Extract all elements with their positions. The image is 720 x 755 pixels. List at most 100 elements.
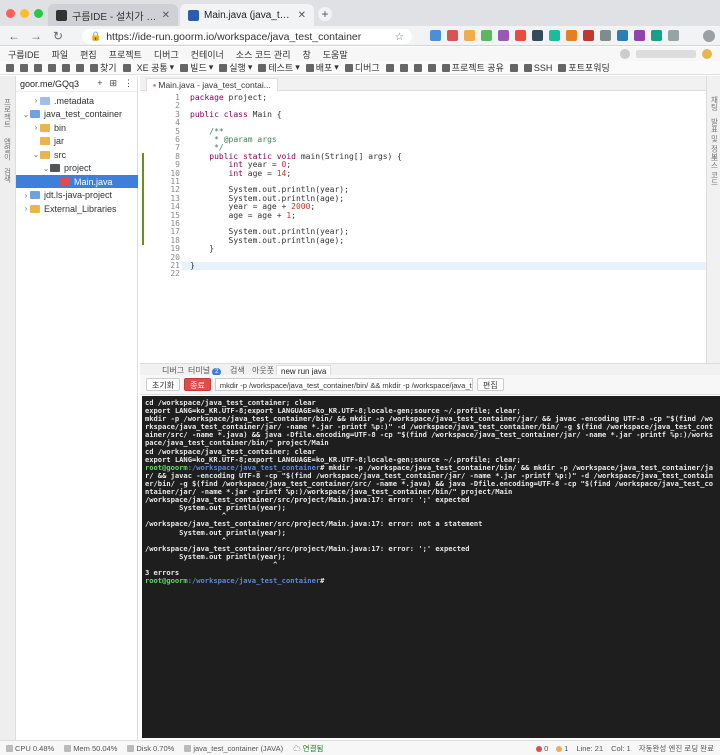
container-status[interactable]: java_test_container (JAVA): [184, 744, 283, 753]
chevron-icon[interactable]: ›: [22, 204, 30, 213]
extension-icon[interactable]: [566, 30, 577, 41]
menu-goorm[interactable]: 구름IDE: [8, 48, 40, 61]
tab-title: Main.java (java_test_container): [204, 9, 294, 21]
tree-icon[interactable]: ⊞: [109, 78, 117, 89]
tree-item[interactable]: Main.java: [16, 175, 138, 188]
chevron-icon[interactable]: ›: [32, 96, 40, 105]
chevron-icon[interactable]: ⌄: [22, 110, 30, 119]
extension-icon[interactable]: [651, 30, 662, 41]
menu-edit[interactable]: 편집: [80, 48, 97, 61]
deploy-button[interactable]: 배포 ▾: [305, 61, 339, 74]
close-tab-icon[interactable]: ✕: [298, 10, 306, 21]
menu-file[interactable]: 파일: [52, 48, 69, 61]
new-file-icon[interactable]: [6, 63, 14, 72]
text-icon[interactable]: [509, 63, 518, 72]
extension-icon[interactable]: [532, 30, 543, 41]
forward-icon[interactable]: →: [30, 29, 42, 43]
url-field[interactable]: 🔒 https://ide-run.goorm.io/workspace/jav…: [82, 29, 412, 44]
extension-icon[interactable]: [634, 30, 645, 41]
bookmark-star-icon[interactable]: ☆: [395, 31, 404, 43]
extension-icon[interactable]: [515, 30, 526, 41]
sidebar-tab-source[interactable]: 소스 코드: [709, 154, 720, 186]
extension-icon[interactable]: [549, 30, 560, 41]
sidebar-tab-search[interactable]: 검색: [2, 168, 13, 183]
extension-icon[interactable]: [430, 30, 441, 41]
menu-help[interactable]: 도움말: [323, 48, 348, 61]
add-icon[interactable]: +: [97, 78, 102, 89]
run-command-input[interactable]: mkdir -p /workspace/java_test_container/…: [214, 378, 473, 391]
close-window-icon[interactable]: [6, 9, 15, 18]
tree-item[interactable]: ⌄ project: [16, 162, 138, 175]
tree-item[interactable]: ⌄ java_test_container: [16, 108, 138, 121]
disk-value: Disk 0.70%: [136, 743, 175, 753]
xe-common-button[interactable]: XE 공통 ▾: [137, 61, 175, 74]
extension-icon[interactable]: [447, 30, 458, 41]
editor-tab-main-java[interactable]: ▪ Main.java - java_test_contai...: [146, 78, 278, 91]
test-button[interactable]: 테스트 ▾: [258, 61, 300, 74]
stop-button[interactable]: 종료: [184, 378, 211, 391]
new-tab-button[interactable]: +: [318, 7, 332, 21]
save-icon[interactable]: [34, 63, 42, 72]
chevron-icon[interactable]: ›: [32, 123, 40, 132]
extension-icon[interactable]: [583, 30, 594, 41]
tree-item[interactable]: › .metadata: [16, 94, 138, 107]
menu-scm[interactable]: 소스 코드 관리: [236, 48, 291, 61]
open-icon[interactable]: [20, 63, 28, 72]
menu-project[interactable]: 프로젝트: [109, 48, 142, 61]
chevron-icon[interactable]: ›: [22, 191, 30, 200]
chevron-icon[interactable]: ⌄: [32, 150, 40, 159]
tool-icon[interactable]: [122, 63, 131, 72]
reload-icon[interactable]: ↻: [52, 29, 64, 43]
extension-icon[interactable]: [617, 30, 628, 41]
tree-item[interactable]: › External_Libraries: [16, 202, 138, 215]
run-button[interactable]: 실행 ▾: [219, 61, 252, 74]
find-button[interactable]: 찾기: [90, 61, 117, 74]
tree-item[interactable]: › jdt.ls-java-project: [16, 189, 138, 202]
save-all-icon[interactable]: [48, 63, 56, 72]
undo-icon[interactable]: [62, 63, 70, 72]
tree-item[interactable]: › bin: [16, 121, 138, 134]
menu-container[interactable]: 컨테이너: [191, 48, 224, 61]
tree-item[interactable]: jar: [16, 135, 138, 148]
notification-icon[interactable]: [620, 49, 630, 59]
minimize-window-icon[interactable]: [20, 9, 29, 18]
maximize-window-icon[interactable]: [34, 9, 43, 18]
profile-avatar[interactable]: [703, 30, 715, 42]
error-count[interactable]: 0: [536, 744, 548, 753]
step-over-icon[interactable]: [399, 63, 408, 72]
sidebar-tab-chat[interactable]: 채팅: [709, 96, 720, 111]
sidebar-tab-outline[interactable]: 앱얼이: [2, 138, 13, 161]
step-out-icon[interactable]: [413, 63, 422, 72]
user-avatar[interactable]: [702, 49, 712, 59]
user-area: [620, 47, 712, 61]
back-icon[interactable]: ←: [8, 29, 20, 43]
edit-button[interactable]: 편집: [476, 378, 504, 391]
menu-window[interactable]: 창: [302, 48, 310, 61]
fullscreen-icon[interactable]: [427, 63, 436, 72]
ssh-button[interactable]: SSH: [523, 63, 552, 73]
terminal-output[interactable]: cd /workspace/java_test_container; clear…: [142, 396, 720, 738]
extension-icon[interactable]: [600, 30, 611, 41]
build-button[interactable]: 빌드 ▾: [180, 61, 213, 74]
close-tab-icon[interactable]: ✕: [162, 10, 170, 21]
sidebar-tab-project[interactable]: 프로젝트: [2, 98, 13, 128]
extension-icon[interactable]: [464, 30, 475, 41]
extension-icon[interactable]: [498, 30, 509, 41]
code-editor[interactable]: 1 2 3 4 5 6 7 8 9 10 11 12 13 14 15 16 17 18 19 20 21 22 pack…: [140, 91, 706, 363]
menu-debug[interactable]: 디버그: [154, 48, 179, 61]
chevron-icon[interactable]: ⌄: [42, 164, 50, 173]
warning-count[interactable]: 1: [556, 744, 568, 753]
redo-icon[interactable]: [76, 63, 84, 72]
browser-tab-main-java[interactable]: Main.java (java_test_container) ✕: [180, 4, 314, 26]
browser-tab-goorm[interactable]: 구름IDE - 설치가 필요없는 통합개발환경 서비스 ✕: [48, 4, 178, 26]
clear-button[interactable]: 초기화: [146, 378, 181, 391]
debug-button[interactable]: 디버그: [344, 61, 380, 74]
test-label: 테스트: [268, 63, 294, 73]
step-icon[interactable]: [385, 63, 394, 72]
extension-icon[interactable]: [481, 30, 492, 41]
tree-item[interactable]: ⌄ src: [16, 148, 138, 161]
project-share-button[interactable]: 프로젝트 공유: [441, 61, 504, 74]
port-forwarding-button[interactable]: 포트포워딩: [558, 61, 610, 74]
more-icon[interactable]: ⋮: [124, 78, 133, 89]
extension-icon[interactable]: [668, 30, 679, 41]
